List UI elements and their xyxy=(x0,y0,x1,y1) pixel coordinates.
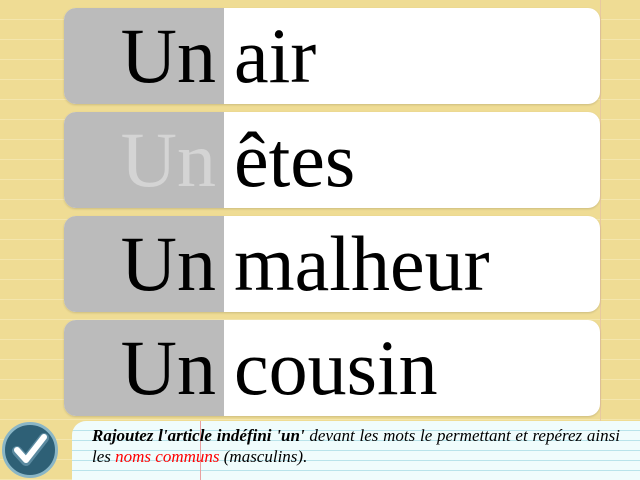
instructions-bold: Rajoutez l'article indéfini 'un' xyxy=(92,426,305,445)
word-label: air xyxy=(234,12,317,99)
checkmark-icon xyxy=(12,433,49,466)
article-toggle[interactable]: Un xyxy=(64,216,224,312)
check-answer-button[interactable] xyxy=(2,422,58,478)
article-toggle[interactable]: Un xyxy=(64,8,224,104)
instructions-end: (masculins). xyxy=(219,447,308,466)
word-label: malheur xyxy=(234,220,490,307)
word-row-3: Un malheur xyxy=(64,216,600,312)
word-row-2: Un êtes xyxy=(64,112,600,208)
word-row-1: Un air xyxy=(64,8,600,104)
word-label: cousin xyxy=(234,324,438,411)
instructions-highlight: noms communs xyxy=(115,447,220,466)
instructions-panel: Rajoutez l'article indéfini 'un' devant … xyxy=(72,421,640,480)
instructions-text: Rajoutez l'article indéfini 'un' devant … xyxy=(92,425,620,467)
article-toggle[interactable]: Un xyxy=(64,320,224,416)
word-label: êtes xyxy=(234,116,356,203)
word-row-4: Un cousin xyxy=(64,320,600,416)
paper-margin-line xyxy=(600,0,601,480)
article-toggle[interactable]: Un xyxy=(64,112,224,208)
